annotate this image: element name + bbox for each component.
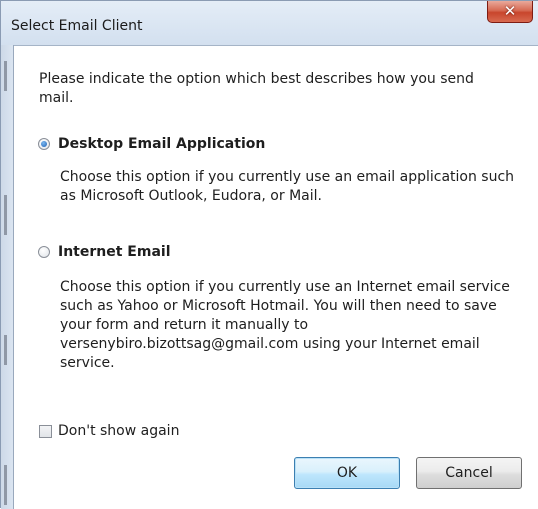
option-internet-email-description: Choose this option if you currently use … [60,279,510,371]
dont-show-again-checkbox[interactable] [39,424,52,438]
dont-show-again-label[interactable]: Don't show again [58,423,179,439]
radio-desktop-email[interactable] [38,138,50,150]
title-bar[interactable]: Select Email Client ✕ [1,1,538,45]
option-desktop-email[interactable]: Desktop Email Application [38,134,265,154]
option-desktop-email-description: Choose this option if you currently use … [60,169,515,204]
dont-show-again-row[interactable]: Don't show again [39,421,179,441]
close-button[interactable]: ✕ [487,1,533,23]
frame-mark [4,335,7,365]
frame-mark [4,465,7,505]
option-internet-email[interactable]: Internet Email [38,242,171,262]
window-frame-left [1,45,14,509]
cancel-button[interactable]: Cancel [416,457,522,489]
ok-button[interactable]: OK [294,457,400,489]
close-icon: ✕ [503,2,517,20]
intro-text: Please indicate the option which best de… [39,71,474,106]
radio-internet-email[interactable] [38,246,50,258]
frame-mark [4,61,7,91]
option-desktop-email-label[interactable]: Desktop Email Application [58,136,265,152]
window-title: Select Email Client [11,18,143,34]
frame-mark [4,195,7,235]
option-internet-email-label[interactable]: Internet Email [58,244,171,260]
dialog-content: Please indicate the option which best de… [14,45,538,509]
dialog-window: Select Email Client ✕ Please indicate th… [0,0,538,509]
